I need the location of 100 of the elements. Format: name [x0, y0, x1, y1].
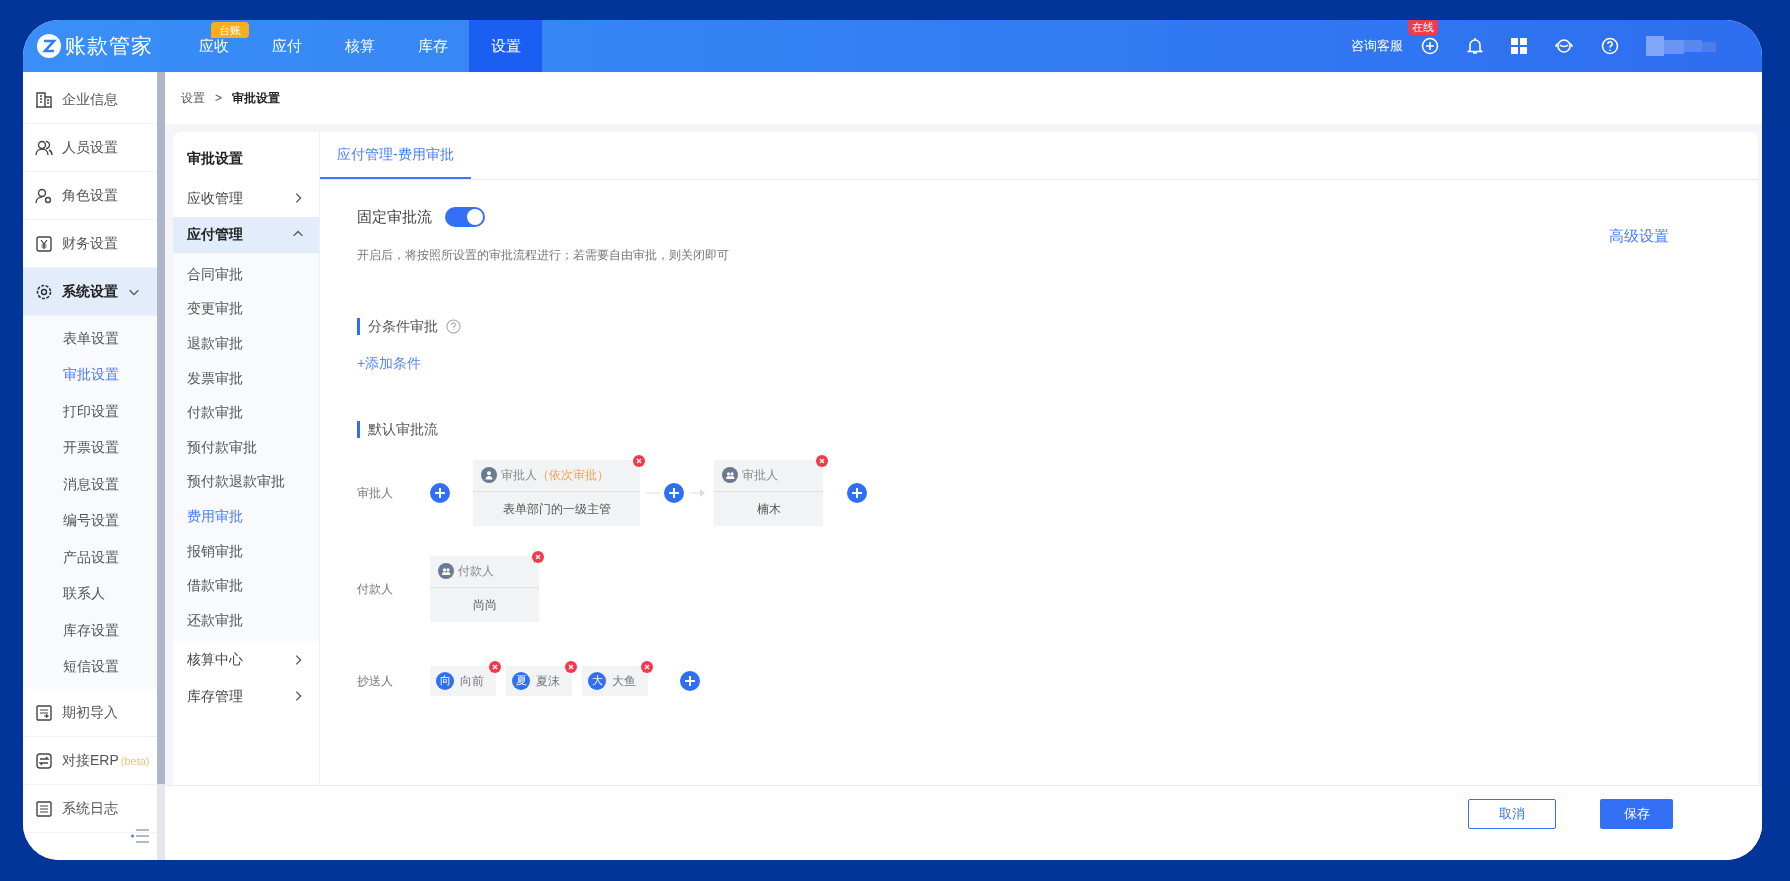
cc-name: 夏沫	[536, 672, 560, 690]
cc-name: 大鱼	[612, 672, 636, 690]
logo-icon	[37, 34, 61, 58]
sub-menu-item[interactable]: 预付款退款审批	[173, 464, 319, 500]
breadcrumb-link[interactable]: 设置	[181, 89, 205, 107]
sidebar-subitem[interactable]: 审批设置	[23, 356, 157, 393]
grid-icon[interactable]	[1511, 38, 1527, 54]
add-icon[interactable]	[430, 482, 450, 503]
cc-chip[interactable]: 向 向前	[430, 665, 496, 696]
approval-node[interactable]: 付款人 尚尚	[430, 555, 539, 622]
sidebar-subitem[interactable]: 打印设置	[23, 393, 157, 430]
remove-icon[interactable]	[633, 454, 645, 467]
sidebar-label: 企业信息	[62, 90, 118, 109]
sub-menu-item[interactable]: 还款审批	[173, 602, 319, 638]
add-icon[interactable]	[1421, 37, 1439, 55]
sub-menu-item[interactable]: 预付款审批	[173, 429, 319, 465]
remove-icon[interactable]	[641, 660, 653, 673]
nav-badge: 台账	[211, 22, 249, 38]
nav-tab[interactable]: 库存	[417, 34, 448, 58]
sub-menu-group[interactable]: 应付管理	[173, 216, 319, 253]
exchange-icon	[35, 751, 53, 770]
node-title: 付款人	[458, 563, 494, 580]
bell-icon[interactable]	[1466, 37, 1484, 55]
sub-menu-item[interactable]: 合同审批	[173, 257, 319, 292]
breadcrumb-current: 审批设置	[232, 90, 280, 107]
sidebar-subitem[interactable]: 开票设置	[23, 429, 157, 466]
sub-menu-item[interactable]: 费用审批	[173, 499, 319, 534]
add-icon[interactable]	[664, 482, 684, 503]
sub-menu-item[interactable]: 报销审批	[173, 533, 319, 569]
building-icon	[35, 90, 53, 109]
hint-text: 开启后，将按照所设置的审批流程进行；若需要自由审批，则关闭即可	[357, 246, 730, 264]
cc-chip[interactable]: 大 大鱼	[582, 665, 648, 696]
sub-menu-group[interactable]: 库存管理	[173, 678, 319, 715]
sub-menu-group[interactable]: 应收管理	[173, 180, 319, 217]
sidebar-label: 财务设置	[62, 234, 118, 253]
section-title: 分条件审批	[368, 316, 438, 336]
node-value: 表单部门的一级主管	[502, 500, 611, 518]
node-title: 审批人	[742, 467, 778, 484]
sidebar-subitem[interactable]: 联系人	[23, 575, 157, 612]
gear-icon	[35, 282, 53, 301]
approval-node[interactable]: 审批人（依次审批） 表单部门的一级主管	[473, 459, 640, 526]
toggle-switch[interactable]	[445, 207, 485, 228]
users-icon	[438, 563, 454, 579]
help-icon[interactable]	[446, 318, 461, 334]
sidebar-item[interactable]: 系统设置	[23, 268, 157, 316]
nav-tab[interactable]: 设置	[469, 20, 542, 72]
node-value: 楠木	[756, 500, 781, 518]
sidebar-label: 角色设置	[62, 186, 118, 205]
save-button[interactable]: 保存	[1600, 799, 1673, 829]
sidebar-subitem[interactable]: 表单设置	[23, 320, 157, 357]
sidebar-label: 对接ERP(beta)	[62, 751, 150, 770]
sub-menu-item[interactable]: 付款审批	[173, 395, 319, 430]
online-badge: 在线	[1408, 20, 1438, 36]
user-icon	[481, 467, 497, 483]
row-label: 审批人	[357, 484, 394, 502]
advanced-settings-link[interactable]: 高级设置	[1609, 225, 1669, 248]
remove-icon[interactable]	[816, 454, 828, 467]
avatar-badge: 大	[588, 671, 606, 690]
add-icon[interactable]	[847, 482, 867, 503]
node-title: 审批人（依次审批）	[501, 467, 609, 484]
row-label: 抄送人	[357, 672, 394, 690]
sidebar-subitem[interactable]: 库存设置	[23, 612, 157, 649]
sidebar-label: 期初导入	[62, 703, 118, 722]
sub-menu-item[interactable]: 退款审批	[173, 326, 319, 361]
sub-menu-item[interactable]: 变更审批	[173, 291, 319, 327]
sidebar-subitem[interactable]: 消息设置	[23, 466, 157, 503]
logo-text: 账款管家	[65, 33, 153, 60]
list-icon	[35, 799, 53, 818]
remove-icon[interactable]	[532, 550, 544, 563]
sidebar-subitem[interactable]: 编号设置	[23, 502, 157, 539]
node-value: 尚尚	[472, 596, 497, 614]
user-settings-icon	[35, 186, 53, 205]
breadcrumb-separator: >	[215, 90, 222, 107]
section-title: 默认审批流	[368, 419, 438, 439]
import-icon	[35, 703, 53, 722]
cancel-button[interactable]: 取消	[1468, 799, 1556, 829]
approval-node[interactable]: 审批人 楠木	[714, 459, 823, 526]
sub-menu-group[interactable]: 核算中心	[173, 641, 319, 679]
sub-menu-title: 审批设置	[186, 148, 244, 168]
remove-icon[interactable]	[489, 660, 501, 673]
content-tab[interactable]: 应付管理-费用审批	[320, 132, 471, 179]
add-icon[interactable]	[680, 670, 700, 691]
yuan-icon	[35, 234, 53, 253]
toggle-label: 固定审批流	[357, 207, 432, 227]
sidebar-subitem[interactable]: 短信设置	[23, 648, 157, 685]
scrollbar[interactable]	[157, 72, 165, 860]
row-label: 付款人	[357, 580, 394, 598]
collapse-menu-icon[interactable]	[131, 829, 149, 843]
sidebar-label: 系统日志	[62, 799, 118, 818]
sub-menu-item[interactable]: 发票审批	[173, 360, 319, 396]
remove-icon[interactable]	[565, 660, 577, 673]
cc-chip[interactable]: 夏 夏沫	[506, 665, 572, 696]
avatar-badge: 夏	[512, 671, 530, 690]
sub-menu-item[interactable]: 借款审批	[173, 568, 319, 603]
sidebar-label: 系统设置	[62, 282, 118, 301]
users-icon	[35, 138, 53, 157]
cc-name: 向前	[460, 672, 484, 690]
sidebar-subitem[interactable]: 产品设置	[23, 539, 157, 576]
headset-icon[interactable]	[1554, 37, 1574, 55]
add-condition-link[interactable]: +添加条件	[357, 354, 422, 371]
